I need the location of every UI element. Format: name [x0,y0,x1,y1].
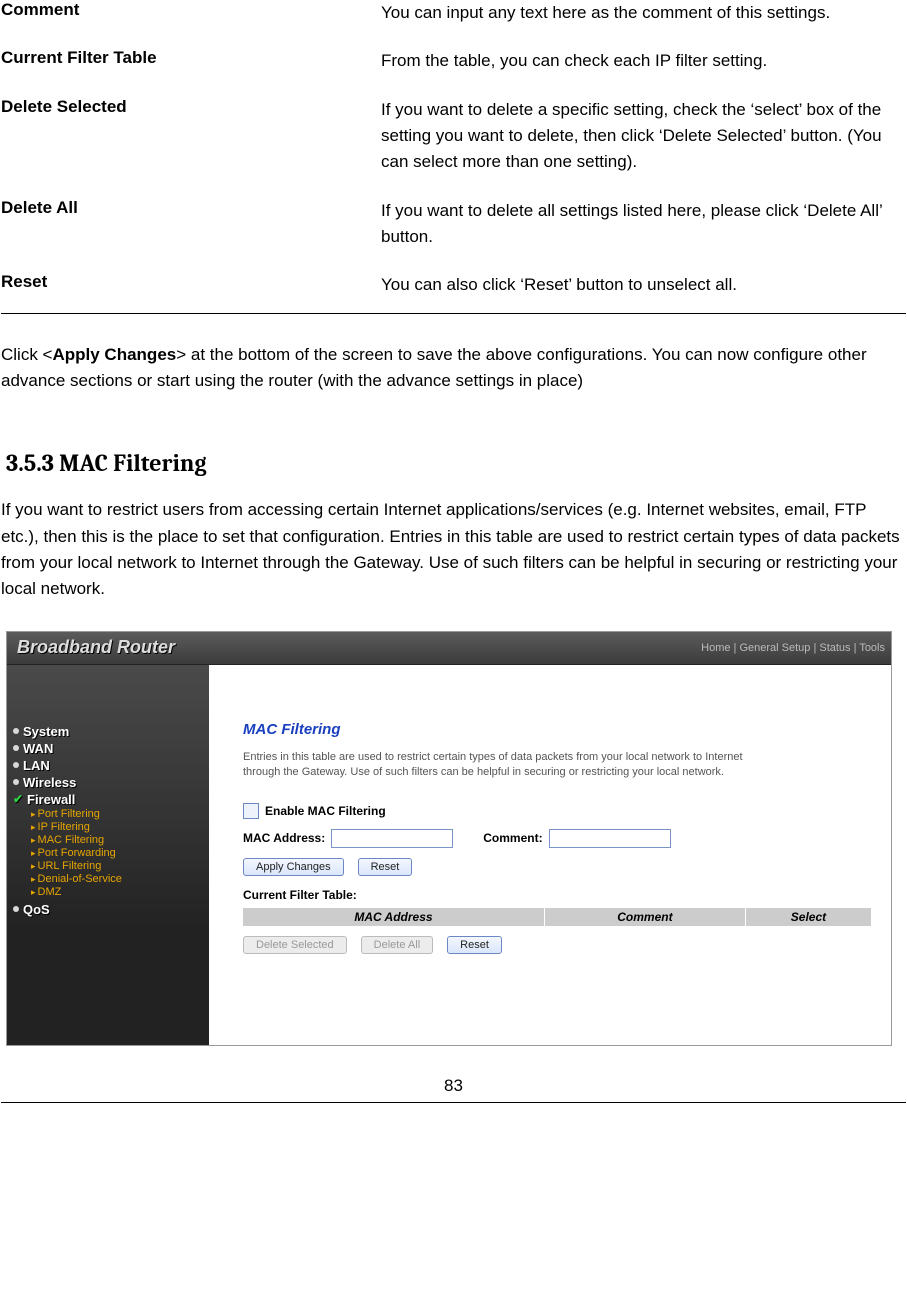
sidebar-item-qos[interactable]: QoS [7,901,209,918]
sidebar-item-wireless[interactable]: Wireless [7,774,209,791]
section-body: If you want to restrict users from acces… [1,497,906,602]
apply-bold: Apply Changes [52,345,176,364]
router-main: MAC Filtering Entries in this table are … [209,665,891,1045]
sidebar-label: QoS [23,902,50,917]
sidebar-sub-dmz[interactable]: DMZ [31,886,209,899]
sidebar-sub-dos[interactable]: Denial-of-Service [31,873,209,886]
panel-desc: Entries in this table are used to restri… [243,750,763,781]
bullet-icon [13,906,19,912]
sidebar-item-firewall[interactable]: ✔ Firewall [7,791,209,808]
router-screenshot: Broadband Router Home | General Setup | … [6,631,892,1046]
sidebar-label: Firewall [27,792,75,807]
filter-table-caption: Current Filter Table: [243,888,871,902]
page-number: 83 [1,1076,906,1096]
apply-changes-button[interactable]: Apply Changes [243,858,344,876]
term-delete-selected: Delete Selected [1,97,381,117]
router-brand: Broadband Router [17,637,175,658]
desc-current-filter-table: From the table, you can check each IP fi… [381,48,906,74]
sidebar-sub-mac-filtering[interactable]: MAC Filtering [31,834,209,847]
comment-input[interactable] [549,829,671,848]
th-mac-address: MAC Address [243,908,544,926]
enable-mac-label: Enable MAC Filtering [265,804,386,818]
desc-delete-selected: If you want to delete a specific setting… [381,97,906,176]
mac-address-input[interactable] [331,829,453,848]
term-comment: Comment [1,0,381,20]
check-icon: ✔ [13,795,23,803]
bullet-icon [13,728,19,734]
router-banner: Broadband Router Home | General Setup | … [7,632,891,665]
sidebar-label: Wireless [23,775,76,790]
sidebar-label: System [23,724,69,739]
sidebar-sub-port-filtering[interactable]: Port Filtering [31,808,209,821]
desc-delete-all: If you want to delete all settings liste… [381,198,906,251]
router-sidebar: System WAN LAN Wireless ✔ Firewall Port F… [7,665,209,1045]
enable-mac-checkbox[interactable] [243,803,259,819]
bullet-icon [13,762,19,768]
term-current-filter-table: Current Filter Table [1,48,381,68]
desc-reset: You can also click ‘Reset’ button to uns… [381,272,906,298]
router-top-nav[interactable]: Home | General Setup | Status | Tools [701,642,885,654]
mac-address-label: MAC Address: [243,831,325,845]
sidebar-label: WAN [23,741,53,756]
term-reset: Reset [1,272,381,292]
desc-comment: You can input any text here as the comme… [381,0,906,26]
panel-title: MAC Filtering [243,721,871,738]
term-delete-all: Delete All [1,198,381,218]
comment-label: Comment: [483,831,542,845]
sidebar-item-system[interactable]: System [7,723,209,740]
footer-rule [1,1102,906,1103]
reset-table-button[interactable]: Reset [447,936,502,954]
sidebar-sub-port-forwarding[interactable]: Port Forwarding [31,847,209,860]
filter-table: MAC Address Comment Select [243,908,871,926]
sidebar-item-wan[interactable]: WAN [7,740,209,757]
sidebar-sub-url-filtering[interactable]: URL Filtering [31,860,209,873]
bullet-icon [13,745,19,751]
section-heading-mac-filtering: 3.5.3 MAC Filtering [6,449,906,477]
delete-all-button[interactable]: Delete All [361,936,433,954]
bullet-icon [13,779,19,785]
apply-pre: Click < [1,345,52,364]
apply-changes-paragraph: Click <Apply Changes> at the bottom of t… [1,342,906,395]
sidebar-item-lan[interactable]: LAN [7,757,209,774]
th-comment: Comment [544,908,745,926]
reset-button[interactable]: Reset [358,858,413,876]
sidebar-sub-ip-filtering[interactable]: IP Filtering [31,821,209,834]
sidebar-label: LAN [23,758,50,773]
delete-selected-button[interactable]: Delete Selected [243,936,347,954]
th-select: Select [745,908,871,926]
divider [1,313,906,314]
